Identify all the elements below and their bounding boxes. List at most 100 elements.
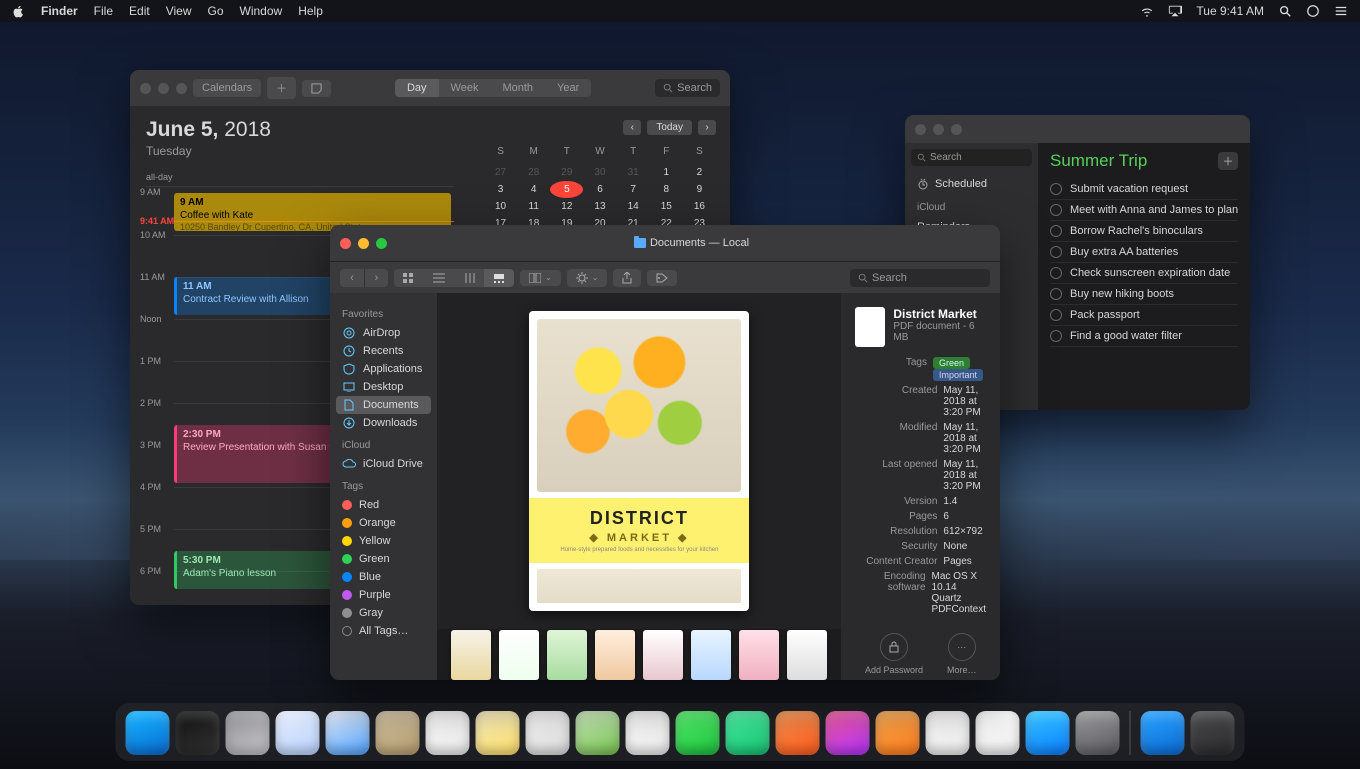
sidebar-all-tags[interactable]: All Tags… [336,622,431,640]
dock-mail[interactable] [326,711,370,755]
reminders-search[interactable]: Search [911,149,1032,166]
wifi-icon[interactable] [1140,4,1154,18]
dock-messages[interactable] [676,711,720,755]
menu-window[interactable]: Window [240,4,283,18]
checkbox-icon[interactable] [1050,288,1062,300]
dock-calendar[interactable] [426,711,470,755]
airplay-icon[interactable] [1168,4,1182,18]
checkbox-icon[interactable] [1050,204,1062,216]
sidebar-tag-red[interactable]: Red [336,496,431,514]
thumbnail[interactable] [595,630,635,680]
close-button[interactable] [340,238,351,249]
finder-search[interactable]: Search [850,269,990,287]
menu-edit[interactable]: Edit [129,4,150,18]
reminder-item[interactable]: Borrow Rachel's binoculars [1050,221,1238,242]
checkbox-icon[interactable] [1050,183,1062,195]
add-reminder-button[interactable]: ＋ [1218,152,1238,170]
zoom-button[interactable] [376,238,387,249]
reminder-item[interactable]: Buy extra AA batteries [1050,242,1238,263]
siri-menubar-icon[interactable] [1306,4,1320,18]
checkbox-icon[interactable] [1050,330,1062,342]
sidebar-tag-blue[interactable]: Blue [336,568,431,586]
dock-settings[interactable] [1076,711,1120,755]
dock-maps[interactable] [576,711,620,755]
checkbox-icon[interactable] [1050,246,1062,258]
sidebar-tag-green[interactable]: Green [336,550,431,568]
dock-reminders[interactable] [526,711,570,755]
calendar-search[interactable]: Search [655,79,720,97]
sidebar-item-applications[interactable]: Applications [336,360,431,378]
inbox-button[interactable] [302,80,331,97]
minimize-button[interactable] [158,83,169,94]
today-button[interactable]: Today [647,120,692,135]
sidebar-tag-gray[interactable]: Gray [336,604,431,622]
apple-menu-icon[interactable] [12,5,25,18]
thumbnail[interactable] [787,630,827,680]
preview-main[interactable]: DISTRICT ◆ MARKET ◆ Home-style prepared … [437,293,841,629]
view-list[interactable] [424,269,454,287]
dock-news[interactable] [926,711,970,755]
menu-file[interactable]: File [94,4,113,18]
sidebar-item-documents[interactable]: Documents [336,396,431,414]
checkbox-icon[interactable] [1050,225,1062,237]
dock-music[interactable] [976,711,1020,755]
dock-facetime[interactable] [726,711,770,755]
sidebar-item-desktop[interactable]: Desktop [336,378,431,396]
sidebar-item-airdrop[interactable]: AirDrop [336,324,431,342]
menu-go[interactable]: Go [208,4,224,18]
active-app-name[interactable]: Finder [41,4,78,18]
close-button[interactable] [140,83,151,94]
prev-month-button[interactable]: ‹ [623,120,641,135]
sidebar-tag-yellow[interactable]: Yellow [336,532,431,550]
thumbnail[interactable] [547,630,587,680]
reminder-item[interactable]: Check sunscreen expiration date [1050,263,1238,284]
dock-siri[interactable] [176,711,220,755]
reminder-item[interactable]: Meet with Anna and James to plan tr… [1050,200,1238,221]
dock-downloads[interactable] [1141,711,1185,755]
reminder-item[interactable]: Submit vacation request [1050,179,1238,200]
dock-trash[interactable] [1191,711,1235,755]
dock-safari[interactable] [276,711,320,755]
menu-view[interactable]: View [166,4,192,18]
dock-photobooth[interactable] [776,711,820,755]
dock-appstore[interactable] [1026,711,1070,755]
sidebar-tag-purple[interactable]: Purple [336,586,431,604]
more-action[interactable]: ⋯More… [947,633,977,675]
view-year[interactable]: Year [545,79,591,97]
thumbnail[interactable] [499,630,539,680]
dock-finder[interactable] [126,711,170,755]
thumbnail[interactable] [739,630,779,680]
next-month-button[interactable]: › [698,120,716,135]
forward-button[interactable]: › [364,269,388,287]
sidebar-item-icloud-drive[interactable]: iCloud Drive [336,455,431,473]
view-gallery[interactable] [484,269,514,287]
sidebar-tag-orange[interactable]: Orange [336,514,431,532]
view-month[interactable]: Month [490,79,545,97]
thumbnail-strip[interactable] [437,629,841,680]
reminder-item[interactable]: Buy new hiking boots [1050,284,1238,305]
spotlight-icon[interactable] [1278,4,1292,18]
view-icon[interactable] [394,269,424,287]
menubar-clock[interactable]: Tue 9:41 AM [1196,4,1264,18]
dock-ibooks[interactable] [876,711,920,755]
sidebar-item-recents[interactable]: Recents [336,342,431,360]
reminder-item[interactable]: Find a good water filter [1050,326,1238,347]
dock-notes[interactable] [476,711,520,755]
tag-chip[interactable]: Important [933,369,983,381]
calendars-button[interactable]: Calendars [193,79,261,97]
dock-launchpad[interactable] [226,711,270,755]
reminder-item[interactable]: Pack passport [1050,305,1238,326]
thumbnail[interactable] [451,630,491,680]
close-button[interactable] [915,124,926,135]
share-button[interactable] [613,269,641,287]
tag-chip[interactable]: Green [933,357,970,369]
minimize-button[interactable] [933,124,944,135]
minimize-button[interactable] [358,238,369,249]
add-password-action[interactable]: Add Password [865,633,923,675]
dock-photos[interactable] [626,711,670,755]
menu-help[interactable]: Help [298,4,323,18]
group-button[interactable]: ⌄ [520,270,561,286]
view-day[interactable]: Day [395,79,439,97]
tags-button[interactable] [647,270,677,286]
thumbnail[interactable] [643,630,683,680]
